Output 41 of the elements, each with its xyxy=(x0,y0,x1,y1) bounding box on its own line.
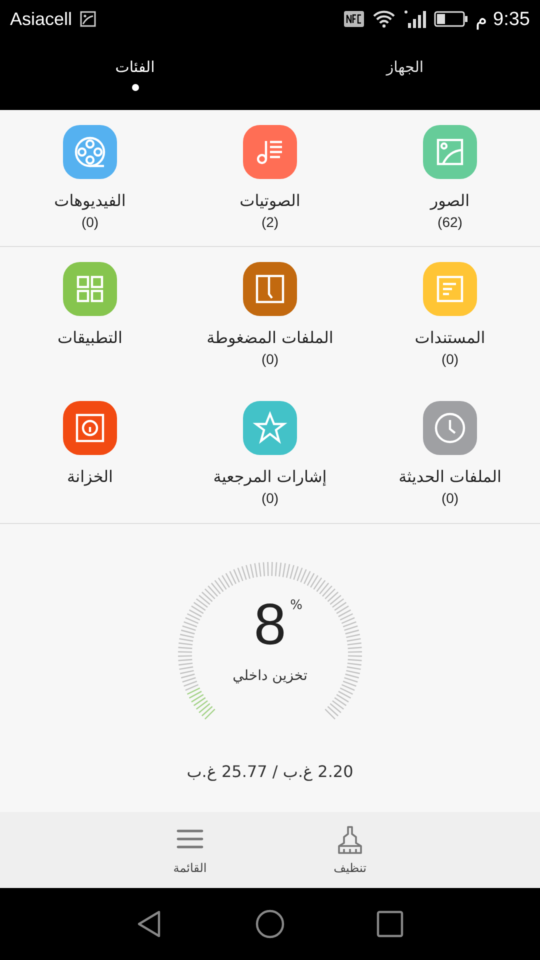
clean-button[interactable]: تنظيف xyxy=(300,812,400,888)
category-label: الملفات الحديثة xyxy=(398,467,502,486)
usage-percent: 8 xyxy=(254,592,286,657)
archive-icon[interactable] xyxy=(243,262,297,316)
category-label: الصوتيات xyxy=(240,191,300,210)
clock-time: 9:35 م xyxy=(476,8,530,31)
item-count: (62) xyxy=(438,214,462,230)
item-count: (0) xyxy=(441,351,459,367)
item-count: (2) xyxy=(261,214,279,230)
gauge-fill xyxy=(186,688,216,720)
document-icon[interactable] xyxy=(423,262,477,316)
image-icon[interactable] xyxy=(423,125,477,179)
storage-label: تخزين داخلي xyxy=(232,668,308,684)
gallery-icon xyxy=(80,11,96,27)
carrier-name: Asiacell xyxy=(10,8,72,30)
video-icon[interactable] xyxy=(63,125,117,179)
category-label: الفيديوهات xyxy=(54,191,126,210)
music-icon[interactable] xyxy=(243,125,297,179)
menu-button[interactable]: القائمة xyxy=(140,812,240,888)
item-count: (0) xyxy=(441,490,459,506)
battery-icon xyxy=(434,11,468,27)
category-label: الصور xyxy=(430,191,470,210)
brush-icon xyxy=(337,825,363,855)
signal-icon xyxy=(404,9,426,29)
category-label: التطبيقات xyxy=(58,328,122,347)
category-label: المستندات xyxy=(414,328,486,347)
wifi-icon xyxy=(372,10,396,28)
item-count: (0) xyxy=(261,351,279,367)
category-label: إشارات المرجعية xyxy=(213,467,327,486)
category-label: الملفات المضغوطة xyxy=(206,328,334,347)
category-label: الخزانة xyxy=(67,467,113,486)
nfc-icon xyxy=(344,11,364,27)
percent-sign: % xyxy=(290,598,302,613)
safe-icon[interactable] xyxy=(63,401,117,455)
storage-usage: 2.20 غ.ب / 25.77 غ.ب xyxy=(186,762,354,781)
item-count: (0) xyxy=(261,490,279,506)
item-count: (0) xyxy=(81,214,99,230)
clock-icon[interactable] xyxy=(423,401,477,455)
recents-icon[interactable] xyxy=(375,909,405,939)
apps-icon[interactable] xyxy=(63,262,117,316)
home-icon[interactable] xyxy=(255,909,285,939)
